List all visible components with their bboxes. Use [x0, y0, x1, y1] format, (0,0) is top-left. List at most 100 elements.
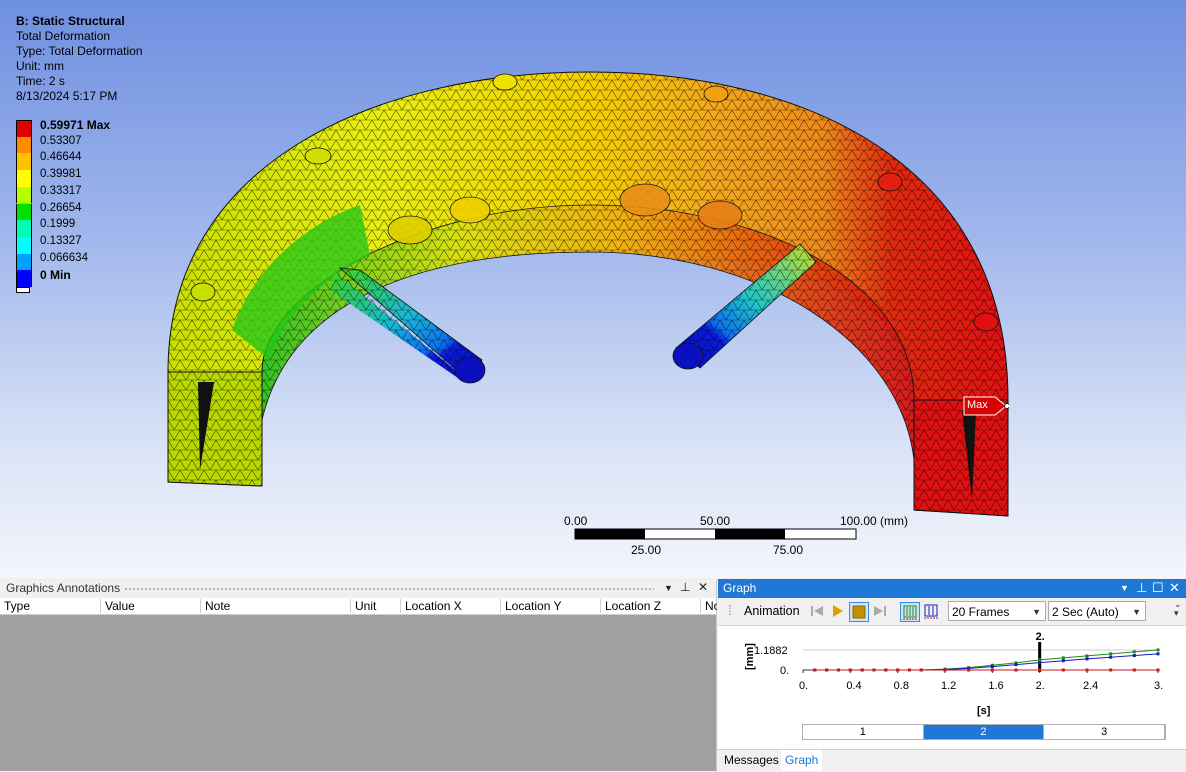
chevron-down-icon[interactable]: ▼ [664, 583, 673, 593]
legend-label[interactable]: 0.33317 [40, 185, 82, 197]
legend-label[interactable]: 0.13327 [40, 235, 82, 247]
series-point [860, 668, 864, 672]
previous-frame-icon[interactable] [808, 602, 826, 620]
legend-label[interactable]: 0.46644 [40, 151, 82, 163]
series-point [1132, 650, 1136, 654]
annotations-title-bar[interactable]: Graphics Annotations ▼ ⊥ ✕ [0, 579, 716, 599]
graph-panel: Graph ▼ ⊥ ☐ ✕ ⁞ Animation 20 Frames ▼ 2 S… [718, 579, 1186, 772]
series-point [1085, 654, 1089, 658]
series-point [919, 668, 923, 672]
max-probe-tag[interactable]: Max [963, 396, 1009, 416]
frame-cell[interactable]: 2 [923, 725, 1045, 739]
col-note[interactable]: Note [200, 599, 350, 613]
tab-graph[interactable]: Graph [781, 750, 823, 771]
legend-entry[interactable]: 0.59971 Max [14, 118, 154, 138]
col-type[interactable]: Type [0, 599, 99, 613]
series-point [1156, 668, 1160, 672]
frame-selector: 123 [802, 724, 1166, 740]
graph-title-bar[interactable]: Graph ▼ ⊥ ☐ ✕ [718, 579, 1186, 598]
fea-model[interactable] [0, 0, 1186, 578]
series-point [1014, 663, 1018, 667]
col-location-y[interactable]: Location Y [500, 599, 600, 613]
x-tick-label: 0.8 [894, 680, 909, 692]
series-point [1132, 668, 1136, 672]
frames-combo[interactable]: 20 Frames ▼ [948, 601, 1046, 621]
distributed-frames-icon[interactable] [900, 602, 920, 622]
legend-label[interactable]: 0.39981 [40, 168, 82, 180]
x-tick-label: 0.4 [846, 680, 861, 692]
tab-messages[interactable]: Messages [720, 753, 783, 767]
frames-combo-value: 20 Frames [952, 605, 1010, 619]
x-tick-label: 2. [1036, 680, 1045, 692]
legend-label[interactable]: 0.53307 [40, 135, 82, 147]
series-point [1061, 659, 1065, 663]
duration-combo[interactable]: 2 Sec (Auto) ▼ [1048, 601, 1146, 621]
time-history-chart[interactable]: 1.1882 0. [mm] 0. 0.4 0.8 1.2 1.6 2. 2.4 3. [s] 2. [718, 626, 1186, 722]
legend-swatch [16, 136, 32, 154]
legend-label[interactable]: 0 Min [40, 268, 71, 282]
legend-swatch [16, 203, 32, 221]
y-tick-label: 0. [780, 665, 789, 677]
graphics-viewport[interactable]: B: Static Structural Total Deformation T… [0, 0, 1186, 578]
annotations-table-header: Type Value Note Unit Location X Location… [0, 598, 717, 615]
close-icon[interactable]: ✕ [698, 580, 708, 594]
col-location-x[interactable]: Location X [400, 599, 500, 613]
scale-label-50: 50.00 [700, 514, 731, 528]
legend-entry[interactable]: 0.066634 [14, 252, 154, 271]
x-tick-label: 1.2 [941, 680, 956, 692]
graphics-annotations-panel: Graphics Annotations ▼ ⊥ ✕ Type Value No… [0, 579, 717, 771]
stop-icon[interactable] [849, 602, 869, 622]
legend-swatch [16, 120, 32, 138]
pin-icon[interactable]: ⊥ [1136, 580, 1147, 596]
annotations-title: Graphics Annotations [6, 581, 121, 595]
col-note-2[interactable]: No [700, 599, 717, 613]
legend-entry[interactable]: 0.26654 [14, 202, 154, 221]
animation-label: Animation [744, 604, 800, 618]
chevron-down-icon[interactable]: ▼ [1120, 583, 1129, 593]
result-info: B: Static Structural Total Deformation T… [16, 14, 143, 104]
legend-label[interactable]: 0.59971 Max [40, 118, 110, 132]
series-line [814, 653, 1159, 671]
panel-grip[interactable] [124, 587, 654, 591]
series-point [837, 668, 840, 672]
frame-cell[interactable]: 3 [1044, 725, 1165, 739]
close-icon[interactable]: ✕ [1169, 580, 1180, 596]
series-point [967, 668, 971, 672]
series-point [1132, 654, 1136, 658]
col-unit[interactable]: Unit [350, 599, 400, 613]
scale-label-25: 25.00 [631, 543, 662, 557]
series-point [872, 668, 876, 672]
legend-entry[interactable]: 0.33317 [14, 185, 154, 204]
series-point [825, 668, 829, 672]
y-tick-label: 1.1882 [754, 645, 788, 657]
frame-cell[interactable]: 1 [803, 725, 924, 739]
legend-label[interactable]: 0.26654 [40, 202, 82, 214]
legend-label[interactable]: 0.1999 [40, 218, 75, 230]
col-value[interactable]: Value [100, 599, 200, 613]
maximize-icon[interactable]: ☐ [1152, 580, 1164, 596]
result-sets-icon[interactable] [922, 602, 940, 620]
legend-label[interactable]: 0.066634 [40, 252, 88, 264]
series-point [1085, 657, 1089, 661]
series-point [813, 668, 817, 672]
legend-entry[interactable]: 0.46644 [14, 151, 154, 171]
legend-entry[interactable]: 0.1999 [14, 218, 154, 237]
series-point [1061, 668, 1065, 672]
toolbar-overflow-icon[interactable]: ⌄ ▾ [1174, 600, 1182, 618]
series-point [1156, 652, 1160, 656]
pin-icon[interactable]: ⊥ [680, 580, 690, 594]
legend-entry[interactable]: 0.39981 [14, 168, 154, 187]
legend-entry[interactable]: 0 Min [14, 268, 154, 287]
next-frame-icon[interactable] [871, 602, 889, 620]
legend-swatch [16, 170, 32, 187]
series-point [1061, 656, 1065, 660]
current-time-label: 2. [1036, 631, 1045, 643]
annotations-table-body[interactable] [0, 615, 716, 771]
result-timestamp: 8/13/2024 5:17 PM [16, 89, 118, 103]
play-icon[interactable] [828, 602, 846, 620]
col-location-z[interactable]: Location Z [600, 599, 700, 613]
legend-swatch [16, 153, 32, 171]
y-axis-label: [mm] [744, 643, 756, 670]
legend-entry[interactable]: 0.53307 [14, 135, 154, 154]
toolbar-grip: ⁞ [728, 602, 732, 618]
